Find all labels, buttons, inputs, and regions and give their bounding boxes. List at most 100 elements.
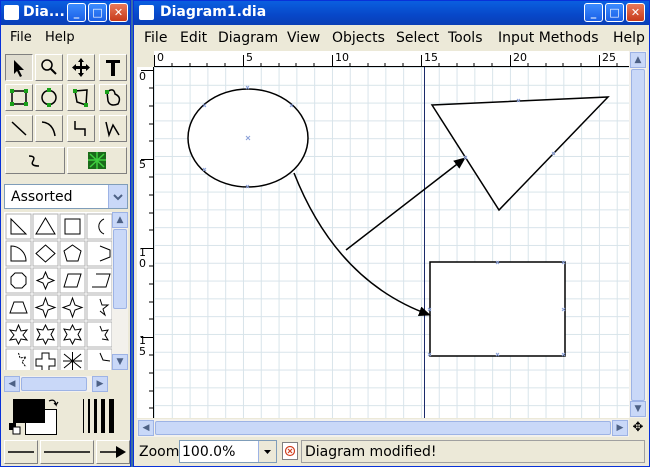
scroll-down-button[interactable]: ▼ (630, 401, 646, 417)
diagram-canvas[interactable] (154, 67, 629, 418)
diagram-title: Diagram1.dia (160, 4, 267, 20)
reset-colors-icon[interactable] (9, 423, 21, 435)
swap-colors-icon[interactable] (47, 397, 59, 409)
scroll-right-button[interactable]: ▶ (92, 376, 108, 392)
canvas-scrollbar-h[interactable]: ◀ ▶ (137, 419, 629, 437)
menu-input-methods[interactable]: Input Methods (498, 30, 599, 46)
scroll-thumb-h[interactable] (155, 421, 611, 435)
modified-indicator (282, 442, 298, 460)
ruler-ticks-h (154, 55, 618, 67)
ruler-v-label-0: 0 (139, 70, 146, 83)
line-start-icon (8, 451, 34, 453)
beziergon-tool[interactable] (99, 84, 127, 111)
toolbox-titlebar[interactable]: Dia... _ □ ✕ (1, 1, 130, 25)
close-button[interactable]: ✕ (626, 3, 645, 22)
scroll-thumb-v[interactable] (631, 69, 645, 401)
scroll-right-button[interactable]: ▶ (612, 420, 628, 436)
arc-icon (41, 121, 56, 137)
navigation-button[interactable]: ✥ (629, 419, 647, 437)
polyline-tool[interactable] (99, 115, 127, 142)
ruler-v-label-15b: 5 (139, 345, 146, 358)
menu-tools[interactable]: Tools (448, 30, 483, 46)
dropdown-button[interactable] (108, 185, 127, 208)
scroll-down-button[interactable]: ▼ (112, 354, 128, 370)
close-button[interactable]: ✕ (109, 3, 128, 22)
ruler-label-20: 20 (513, 51, 527, 64)
maximize-button[interactable]: □ (88, 3, 107, 22)
start-arrow-selector[interactable] (4, 440, 38, 464)
scroll-left-button[interactable]: ◀ (138, 420, 154, 436)
scroll-thumb-v[interactable] (113, 229, 127, 309)
diagram-menubar: File Edit Diagram View Objects Select To… (134, 27, 649, 49)
ruler-label-5: 5 (246, 51, 253, 64)
polygon-tool[interactable] (67, 84, 95, 111)
pointer-tool[interactable] (5, 54, 33, 81)
zoom-dropdown-button[interactable] (258, 441, 276, 462)
dia-app-icon (139, 5, 154, 20)
text-tool[interactable] (99, 54, 127, 81)
minimize-button[interactable]: _ (67, 3, 86, 22)
magnify-icon (41, 59, 57, 75)
rectangle-shape[interactable] (429, 261, 566, 357)
ruler-label-15: 15 (424, 51, 438, 64)
menu-help[interactable]: Help (45, 30, 75, 45)
shapes-grid (5, 213, 112, 370)
scroll-up-button[interactable]: ▲ (112, 212, 128, 228)
scroll-up-button[interactable]: ▲ (630, 52, 646, 68)
scroll-tool[interactable] (67, 54, 95, 81)
ruler-v-label-5: 5 (139, 158, 146, 171)
menu-help[interactable]: Help (613, 30, 645, 46)
line-width-selector[interactable] (79, 398, 121, 434)
status-field: Diagram modified! (301, 440, 645, 463)
ruler-v-label-10b: 0 (139, 257, 146, 270)
modified-icon (284, 445, 296, 457)
toolbox-window: Dia... _ □ ✕ File Help Assorted ▲ ▼ ◀ ▶ (0, 0, 131, 467)
line-width-icon (83, 399, 114, 433)
chevron-down-icon (264, 450, 271, 454)
sheet-selector[interactable]: Assorted (4, 184, 128, 209)
horizontal-ruler: 0 5 10 15 20 25 (154, 51, 629, 67)
toolbox-menubar: File Help (1, 27, 130, 49)
status-message: Diagram modified! (305, 444, 437, 460)
end-arrow-selector[interactable] (96, 440, 130, 464)
toolbox-title: Dia... (23, 4, 65, 20)
curved-connector[interactable] (293, 172, 431, 317)
straight-connector[interactable] (345, 157, 466, 251)
zigzag-tool[interactable] (67, 115, 95, 142)
scroll-left-button[interactable]: ◀ (4, 376, 20, 392)
move-icon (72, 58, 90, 77)
menu-objects[interactable]: Objects (332, 30, 385, 46)
menu-view[interactable]: View (287, 30, 320, 46)
menu-file[interactable]: File (10, 30, 32, 45)
shapes-scrollbar-h[interactable]: ◀ ▶ (4, 376, 108, 392)
scroll-thumb-h[interactable] (21, 377, 87, 391)
diagram-drawing (187, 67, 610, 418)
minimize-button[interactable]: _ (584, 3, 603, 22)
bezierline-tool[interactable] (5, 147, 65, 174)
menu-select[interactable]: Select (396, 30, 439, 46)
beziergon-icon (105, 89, 121, 106)
ellipse-icon (41, 88, 57, 107)
image-tool[interactable] (67, 147, 127, 174)
magnify-tool[interactable] (35, 54, 63, 81)
menu-diagram[interactable]: Diagram (218, 30, 278, 46)
menu-file[interactable]: File (144, 30, 167, 46)
shapes-scrollbar-v[interactable]: ▲ ▼ (112, 212, 128, 370)
canvas-scrollbar-v[interactable]: ▲ ▼ (629, 51, 647, 418)
line-style-icon (44, 451, 90, 453)
arc-tool[interactable] (35, 115, 63, 142)
foreground-color-swatch[interactable] (13, 399, 45, 423)
maximize-button[interactable]: □ (605, 3, 624, 22)
sheet-selector-value: Assorted (11, 189, 73, 205)
diagram-titlebar[interactable]: Diagram1.dia _ □ ✕ (134, 1, 649, 25)
line-style-selector[interactable] (40, 440, 94, 464)
menu-edit[interactable]: Edit (180, 30, 207, 46)
ellipse-tool[interactable] (35, 84, 63, 111)
triangle-shape[interactable] (430, 96, 610, 212)
color-selector[interactable] (7, 397, 63, 437)
polyline-icon (105, 121, 120, 138)
polygon-icon (73, 89, 88, 107)
zoom-combo[interactable]: 100.0% (179, 440, 277, 463)
box-tool[interactable] (5, 84, 33, 111)
line-tool[interactable] (5, 115, 33, 142)
